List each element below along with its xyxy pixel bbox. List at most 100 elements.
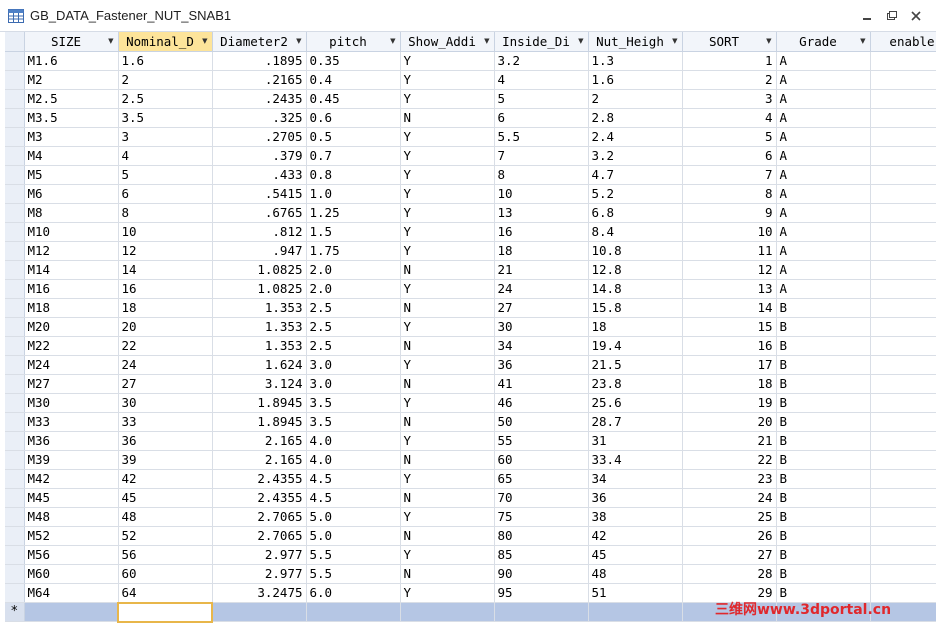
- table-cell[interactable]: 1.0825: [212, 260, 307, 280]
- table-cell[interactable]: 1.25: [306, 203, 401, 223]
- table-cell[interactable]: M6: [24, 184, 119, 204]
- row-selector[interactable]: [5, 583, 25, 603]
- table-cell[interactable]: 12: [118, 241, 213, 261]
- table-cell[interactable]: M30: [24, 393, 119, 413]
- table-cell[interactable]: N: [400, 488, 495, 508]
- table-cell[interactable]: 5.5: [306, 564, 401, 584]
- table-cell[interactable]: 1.75: [306, 241, 401, 261]
- table-cell[interactable]: 6.0: [306, 583, 401, 603]
- table-cell[interactable]: B: [776, 374, 871, 394]
- table-cell[interactable]: 51: [588, 583, 683, 603]
- table-cell[interactable]: .2435: [212, 89, 307, 109]
- table-cell[interactable]: N: [400, 374, 495, 394]
- row-selector[interactable]: [5, 260, 25, 280]
- table-cell[interactable]: [870, 51, 936, 71]
- table-cell[interactable]: 27: [118, 374, 213, 394]
- dropdown-arrow-icon[interactable]: ▼: [672, 37, 677, 45]
- close-icon[interactable]: [909, 9, 923, 23]
- row-selector[interactable]: [5, 184, 25, 204]
- table-cell[interactable]: 42: [588, 526, 683, 546]
- table-row[interactable]: M14 14 1.0825 2.0 N 21 12.8 12 A: [5, 260, 936, 280]
- table-cell[interactable]: A: [776, 70, 871, 90]
- row-selector[interactable]: [5, 545, 25, 565]
- table-cell[interactable]: 27: [682, 545, 777, 565]
- table-cell[interactable]: 4: [682, 108, 777, 128]
- row-selector[interactable]: [5, 127, 25, 147]
- table-cell[interactable]: [870, 184, 936, 204]
- table-cell[interactable]: 3.0: [306, 355, 401, 375]
- table-row[interactable]: M1.6 1.6.1895 0.35 Y 3.2 1.3 1 A: [5, 51, 936, 71]
- table-cell[interactable]: 85: [494, 545, 589, 565]
- table-cell[interactable]: N: [400, 412, 495, 432]
- table-cell[interactable]: 1.0: [306, 184, 401, 204]
- table-row[interactable]: M22 22 1.353 2.5 N 34 19.4 16 B: [5, 336, 936, 356]
- table-cell[interactable]: 18: [494, 241, 589, 261]
- table-cell[interactable]: B: [776, 450, 871, 470]
- table-cell[interactable]: A: [776, 165, 871, 185]
- table-cell[interactable]: 19.4: [588, 336, 683, 356]
- table-row[interactable]: M18 18 1.353 2.5 N 27 15.8 14 B: [5, 298, 936, 318]
- dropdown-arrow-icon[interactable]: ▼: [578, 37, 583, 45]
- table-cell[interactable]: 10: [682, 222, 777, 242]
- table-cell[interactable]: N: [400, 336, 495, 356]
- table-cell[interactable]: 3.2: [494, 51, 589, 71]
- row-selector[interactable]: [5, 469, 25, 489]
- row-selector[interactable]: [5, 279, 25, 299]
- table-cell[interactable]: 2.5: [118, 89, 213, 109]
- table-cell[interactable]: B: [776, 336, 871, 356]
- table-cell[interactable]: 21: [494, 260, 589, 280]
- table-cell[interactable]: 4.5: [306, 488, 401, 508]
- table-cell[interactable]: 6: [682, 146, 777, 166]
- table-cell[interactable]: 24: [494, 279, 589, 299]
- table-cell[interactable]: Y: [400, 184, 495, 204]
- dropdown-arrow-icon[interactable]: ▼: [484, 37, 489, 45]
- new-record-cell[interactable]: [212, 602, 307, 622]
- table-cell[interactable]: 5.5: [306, 545, 401, 565]
- dropdown-arrow-icon[interactable]: ▼: [766, 37, 771, 45]
- table-cell[interactable]: M39: [24, 450, 119, 470]
- table-cell[interactable]: 50: [494, 412, 589, 432]
- table-cell[interactable]: M2.5: [24, 89, 119, 109]
- table-cell[interactable]: 11: [682, 241, 777, 261]
- column-header-inside-di[interactable]: Inside_Di ▼: [494, 32, 589, 52]
- row-selector[interactable]: [5, 51, 25, 71]
- table-cell[interactable]: 1.8945: [212, 393, 307, 413]
- table-cell[interactable]: 3.5: [118, 108, 213, 128]
- table-cell[interactable]: 0.5: [306, 127, 401, 147]
- table-cell[interactable]: A: [776, 146, 871, 166]
- restore-icon[interactable]: [885, 9, 899, 23]
- table-cell[interactable]: .812: [212, 222, 307, 242]
- table-cell[interactable]: [870, 374, 936, 394]
- table-cell[interactable]: M3.5: [24, 108, 119, 128]
- table-cell[interactable]: [870, 507, 936, 527]
- table-cell[interactable]: [870, 298, 936, 318]
- row-selector[interactable]: [5, 412, 25, 432]
- row-selector[interactable]: [5, 507, 25, 527]
- datasheet-grid[interactable]: SIZE ▼ Nominal_D ▼ Diameter2 ▼ pitch ▼ Show_Addi…: [5, 32, 936, 623]
- table-cell[interactable]: 2.7065: [212, 526, 307, 546]
- table-row[interactable]: M10 10.812 1.5 Y 16 8.4 10 A: [5, 222, 936, 242]
- table-cell[interactable]: 21: [682, 431, 777, 451]
- table-cell[interactable]: A: [776, 89, 871, 109]
- table-cell[interactable]: M20: [24, 317, 119, 337]
- table-cell[interactable]: 3.0: [306, 374, 401, 394]
- new-record-cell[interactable]: [117, 601, 213, 623]
- table-cell[interactable]: [870, 108, 936, 128]
- table-cell[interactable]: 25: [682, 507, 777, 527]
- row-selector[interactable]: [5, 203, 25, 223]
- table-cell[interactable]: 39: [118, 450, 213, 470]
- table-cell[interactable]: 3: [118, 127, 213, 147]
- table-cell[interactable]: 2: [118, 70, 213, 90]
- table-cell[interactable]: 3.124: [212, 374, 307, 394]
- table-row[interactable]: M3 3.2705 0.5 Y 5.5 2.4 5 A: [5, 127, 936, 147]
- table-cell[interactable]: 45: [118, 488, 213, 508]
- table-cell[interactable]: 28: [682, 564, 777, 584]
- table-cell[interactable]: 31: [588, 431, 683, 451]
- table-row[interactable]: M6 6.5415 1.0 Y 10 5.2 8 A: [5, 184, 936, 204]
- table-cell[interactable]: M52: [24, 526, 119, 546]
- table-cell[interactable]: 18: [118, 298, 213, 318]
- table-cell[interactable]: [870, 412, 936, 432]
- table-cell[interactable]: M22: [24, 336, 119, 356]
- table-cell[interactable]: 1.8945: [212, 412, 307, 432]
- table-cell[interactable]: Y: [400, 431, 495, 451]
